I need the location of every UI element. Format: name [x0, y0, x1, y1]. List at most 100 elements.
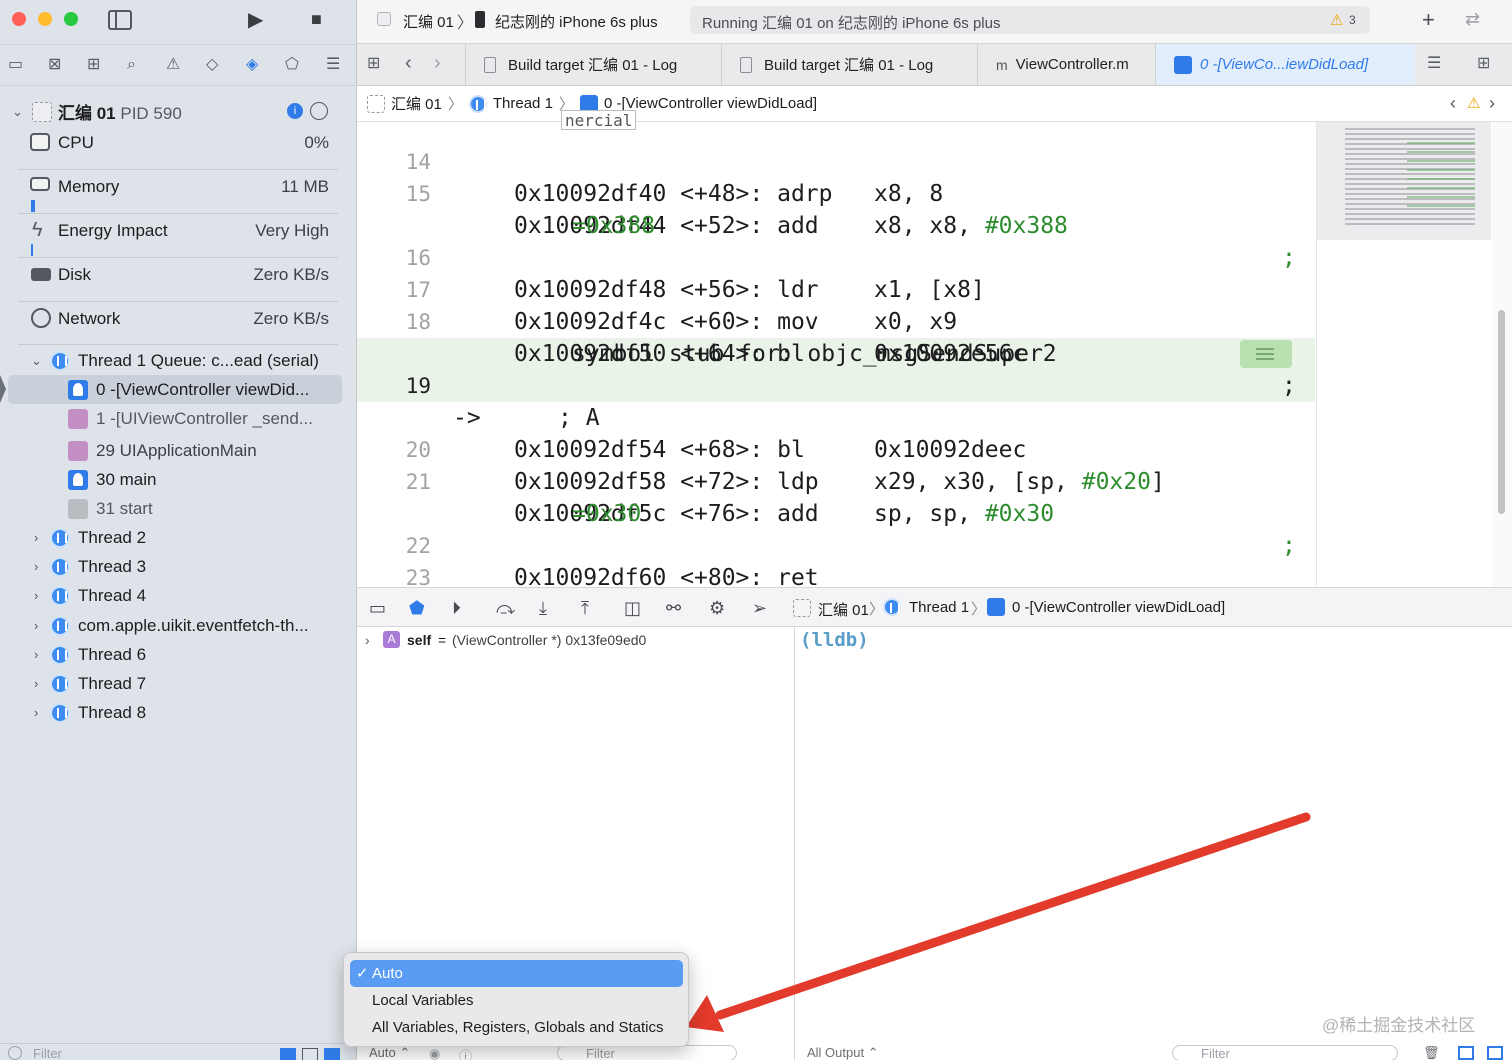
view-debugger-icon[interactable]: ◫ [624, 599, 641, 617]
chevron-right-icon[interactable]: › [34, 647, 38, 662]
issue-icon[interactable]: ⚠ [166, 57, 180, 73]
split-right-icon[interactable] [1487, 1046, 1503, 1060]
disassembly-editor[interactable]: 14 0x10092df40 <+48>: adrp x8, 8 15 0x10… [357, 122, 1315, 587]
debug-thread[interactable]: Thread 1 [909, 599, 969, 616]
step-out-icon[interactable]: ⤒ [581, 599, 589, 617]
add-icon[interactable]: + [1422, 9, 1435, 31]
tab-viewcontroller-m[interactable]: m ViewController.m [977, 44, 1155, 85]
frame-row-selected[interactable]: 0 -[ViewController viewDid... [0, 375, 342, 404]
thread-row[interactable]: › Thread 6 [0, 640, 357, 669]
step-over-icon[interactable]: ⤼ [496, 599, 515, 617]
sidebar-toggle-icon[interactable] [108, 10, 132, 30]
jump-thread[interactable]: Thread 1 [493, 95, 553, 112]
grid-icon[interactable]: ⊞ [367, 56, 380, 72]
hide-debug-area-icon[interactable]: ▭ [369, 599, 386, 617]
stop-button[interactable]: ■ [311, 10, 322, 28]
thread-view-icon[interactable] [310, 102, 328, 120]
source-control-icon[interactable]: ⊠ [48, 57, 61, 73]
chevron-right-icon[interactable]: › [34, 618, 38, 633]
chevron-right-icon[interactable]: › [34, 705, 38, 720]
chevron-down-icon[interactable]: ⌄ [31, 353, 42, 369]
thread-row[interactable]: › Thread 4 [0, 581, 357, 610]
console[interactable]: (lldb) [796, 627, 1512, 1060]
folder-icon[interactable]: ▭ [8, 57, 23, 73]
tab-disassembly[interactable]: 0 -[ViewCo...iewDidLoad] [1155, 44, 1415, 85]
test-icon[interactable]: ◇ [206, 57, 218, 73]
menu-item-all-variables[interactable]: All Variables, Registers, Globals and St… [350, 1014, 683, 1041]
trash-icon[interactable]: 🗑 [1423, 1045, 1440, 1060]
console-filter-input[interactable]: Filter [1172, 1045, 1398, 1060]
thread-row[interactable]: › com.apple.uikit.eventfetch-th... [0, 611, 357, 640]
scheme-selector[interactable]: 汇编 01 [403, 11, 454, 32]
debug-frame[interactable]: 0 -[ViewController viewDidLoad] [1012, 599, 1225, 616]
gauge-disk[interactable]: Disk Zero KB/s [0, 260, 357, 289]
frame-row[interactable]: 29 UIApplicationMain [0, 436, 357, 465]
debug-project[interactable]: 汇编 01 [818, 599, 869, 620]
step-into-icon[interactable]: ⤓ [539, 599, 547, 617]
frame-row[interactable]: 30 main [0, 465, 357, 494]
code-line: 17 0x10092df4c <+60>: mov x0, x9 [405, 278, 958, 335]
chevron-down-icon[interactable]: ⌄ [12, 104, 23, 120]
gauge-energy[interactable]: ϟ Energy Impact Very High [0, 216, 357, 245]
run-button[interactable]: ▶ [248, 10, 263, 30]
variables-scope-popup[interactable]: Auto ⌃ [369, 1045, 410, 1060]
minimize-window-button[interactable] [38, 12, 52, 26]
next-issue-icon[interactable]: › [1489, 93, 1495, 114]
minimap[interactable] [1316, 122, 1491, 587]
chevron-right-icon[interactable]: › [365, 632, 370, 648]
thread-1-row[interactable]: ⌄ Thread 1 Queue: c...ead (serial) [0, 346, 357, 375]
filter-option-icon[interactable] [302, 1048, 318, 1060]
add-editor-icon[interactable]: ⊞ [1477, 56, 1490, 72]
process-row[interactable]: ⌄ 汇编 01 PID 590 i [0, 97, 357, 126]
info-icon[interactable]: i [287, 103, 303, 119]
editor-options-icon[interactable]: ☰ [1427, 56, 1441, 72]
thread-row[interactable]: › Thread 2 [0, 523, 357, 552]
warning-icon[interactable]: ⚠ [1330, 11, 1343, 29]
symbol-icon[interactable]: ⊞ [87, 57, 100, 73]
close-window-button[interactable] [12, 12, 26, 26]
find-icon[interactable]: ⌕ [127, 57, 136, 73]
continue-icon[interactable]: ⏵ [452, 599, 461, 617]
variables-filter-input[interactable]: Filter [557, 1045, 737, 1060]
info-icon[interactable]: ⓘ [459, 1046, 472, 1060]
simulate-location-icon[interactable]: ➢ [752, 599, 767, 617]
device-selector[interactable]: 纪志刚的 iPhone 6s plus [495, 11, 658, 32]
menu-item-local-variables[interactable]: Local Variables [350, 987, 683, 1014]
chevron-right-icon[interactable]: › [34, 530, 38, 545]
thread-row[interactable]: › Thread 3 [0, 552, 357, 581]
debug-navigator-icon[interactable]: ◈ [246, 57, 258, 73]
chevron-right-icon[interactable]: › [34, 588, 38, 603]
breakpoint-icon[interactable]: ⬠ [285, 57, 299, 73]
swap-icon[interactable]: ⇄ [1465, 10, 1480, 28]
jump-project[interactable]: 汇编 01 [391, 93, 442, 114]
tab-build-log-1[interactable]: Build target 汇编 01 - Log [465, 44, 721, 85]
split-left-icon[interactable] [1458, 1046, 1474, 1060]
previous-issue-icon[interactable]: ‹ [1450, 93, 1456, 114]
frame-row[interactable]: 1 -[UIViewController _send... [0, 404, 357, 433]
filter-option-icon[interactable] [324, 1048, 340, 1060]
memory-graph-icon[interactable]: ⚯ [666, 599, 681, 617]
eye-icon[interactable]: ◉ [429, 1046, 440, 1060]
tab-build-log-2[interactable]: Build target 汇编 01 - Log [721, 44, 977, 85]
menu-item-auto[interactable]: ✓ Auto [350, 960, 683, 987]
environment-overrides-icon[interactable]: ⚙ [709, 599, 725, 617]
thread-row[interactable]: › Thread 8 [0, 698, 357, 727]
gauge-memory[interactable]: Memory 11 MB [0, 172, 357, 201]
gauge-network[interactable]: Network Zero KB/s [0, 304, 357, 333]
breakpoints-toggle-icon[interactable]: ⬟ [409, 599, 425, 617]
chevron-right-icon[interactable]: › [34, 559, 38, 574]
back-icon[interactable]: ‹ [405, 53, 412, 73]
warning-icon[interactable]: ⚠ [1467, 94, 1480, 112]
zoom-window-button[interactable] [64, 12, 78, 26]
navigator-filter-input[interactable]: Filter [33, 1046, 62, 1060]
variable-row[interactable]: › A self = (ViewController *) 0x13fe09ed… [357, 629, 794, 651]
frame-row[interactable]: 31 start [0, 494, 357, 523]
chevron-right-icon[interactable]: › [34, 676, 38, 691]
report-icon[interactable]: ☰ [326, 57, 340, 73]
forward-icon[interactable]: › [434, 53, 441, 73]
vertical-scrollbar[interactable] [1492, 122, 1512, 587]
console-output-popup[interactable]: All Output ⌃ [807, 1045, 879, 1060]
thread-row[interactable]: › Thread 7 [0, 669, 357, 698]
gauge-cpu[interactable]: CPU 0% [0, 128, 357, 157]
filter-option-icon[interactable] [280, 1048, 296, 1060]
